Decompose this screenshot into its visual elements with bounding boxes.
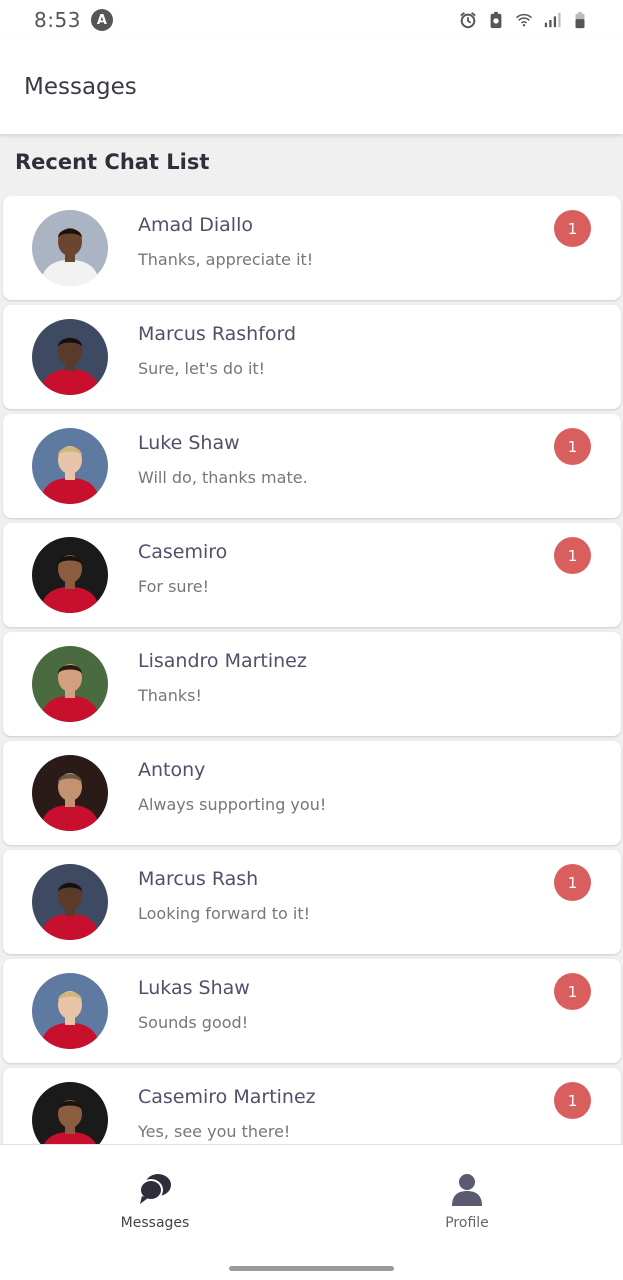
status-icons: [459, 11, 589, 29]
chat-list-item[interactable]: Marcus Rashford Sure, let's do it!: [3, 305, 621, 409]
nav-label-messages: Messages: [120, 1215, 190, 1231]
status-time: 8:53: [34, 8, 81, 32]
chat-last-message: Sounds good!: [138, 1013, 249, 1032]
bottom-nav: Messages Profile: [0, 1144, 623, 1280]
avatar[interactable]: [32, 755, 108, 831]
chat-list-item[interactable]: Luke Shaw Will do, thanks mate. 1: [3, 414, 621, 518]
chat-list-item[interactable]: Casemiro For sure! 1: [3, 523, 621, 627]
chat-last-message: Thanks, appreciate it!: [138, 250, 314, 269]
chat-last-message: Will do, thanks mate.: [138, 468, 308, 487]
nav-item-messages[interactable]: Messages: [85, 1171, 225, 1231]
player-photo: [32, 864, 108, 940]
unread-badge: 1: [554, 537, 591, 574]
battery-saver-icon: [490, 11, 502, 29]
chat-last-message: For sure!: [138, 577, 210, 596]
player-photo: [32, 319, 108, 395]
nav-item-profile[interactable]: Profile: [397, 1171, 537, 1231]
chat-last-message: Looking forward to it!: [138, 904, 311, 923]
player-photo: [32, 428, 108, 504]
chat-bubbles-icon: [139, 1174, 171, 1204]
chat-list-item[interactable]: Casemiro Martinez Yes, see you there! 1: [3, 1068, 621, 1144]
player-photo: [32, 1082, 108, 1144]
page-title: Messages: [24, 74, 137, 100]
unread-badge: 1: [554, 973, 591, 1010]
avatar[interactable]: [32, 1082, 108, 1144]
chat-list-item[interactable]: Amad Diallo Thanks, appreciate it! 1: [3, 196, 621, 300]
avatar[interactable]: [32, 973, 108, 1049]
battery-icon: [575, 11, 585, 29]
app-notification-icon: A: [90, 9, 113, 31]
person-icon: [452, 1174, 482, 1206]
signal-icon: [544, 12, 561, 28]
avatar[interactable]: [32, 319, 108, 395]
chat-list-item[interactable]: Lukas Shaw Sounds good! 1: [3, 959, 621, 1063]
player-photo: [32, 646, 108, 722]
unread-badge: 1: [554, 210, 591, 247]
chat-last-message: Always supporting you!: [138, 795, 327, 814]
wifi-icon: [515, 13, 533, 27]
chat-list-item[interactable]: Antony Always supporting you!: [3, 741, 621, 845]
chat-name: Marcus Rash: [138, 868, 259, 890]
chat-name: Luke Shaw: [138, 432, 240, 454]
chat-name: Antony: [138, 759, 206, 781]
home-indicator: [229, 1266, 394, 1271]
chat-last-message: Yes, see you there!: [138, 1122, 291, 1141]
chat-last-message: Thanks!: [138, 686, 202, 705]
avatar[interactable]: [32, 537, 108, 613]
chat-name: Marcus Rashford: [138, 323, 297, 345]
status-bar: 8:53 A: [0, 0, 623, 40]
chat-name: Lisandro Martinez: [138, 650, 307, 672]
chat-name: Amad Diallo: [138, 214, 253, 236]
player-photo: [32, 210, 108, 286]
unread-badge: 1: [554, 1082, 591, 1119]
app-header: Messages: [0, 40, 623, 134]
avatar[interactable]: [32, 646, 108, 722]
section-title: Recent Chat List: [15, 150, 210, 174]
avatar[interactable]: [32, 210, 108, 286]
avatar[interactable]: [32, 428, 108, 504]
chat-name: Casemiro Martinez: [138, 1086, 316, 1108]
unread-badge: 1: [554, 864, 591, 901]
chat-list-item[interactable]: Lisandro Martinez Thanks!: [3, 632, 621, 736]
avatar[interactable]: [32, 864, 108, 940]
chat-name: Lukas Shaw: [138, 977, 250, 999]
player-photo: [32, 755, 108, 831]
player-photo: [32, 973, 108, 1049]
chat-name: Casemiro: [138, 541, 228, 563]
nav-label-profile: Profile: [445, 1215, 489, 1231]
chat-last-message: Sure, let's do it!: [138, 359, 266, 378]
chat-list[interactable]: Amad Diallo Thanks, appreciate it! 1 Marcus…: [0, 196, 623, 1144]
player-photo: [32, 537, 108, 613]
chat-list-item[interactable]: Marcus Rash Looking forward to it! 1: [3, 850, 621, 954]
alarm-icon: [460, 12, 476, 29]
unread-badge: 1: [554, 428, 591, 465]
